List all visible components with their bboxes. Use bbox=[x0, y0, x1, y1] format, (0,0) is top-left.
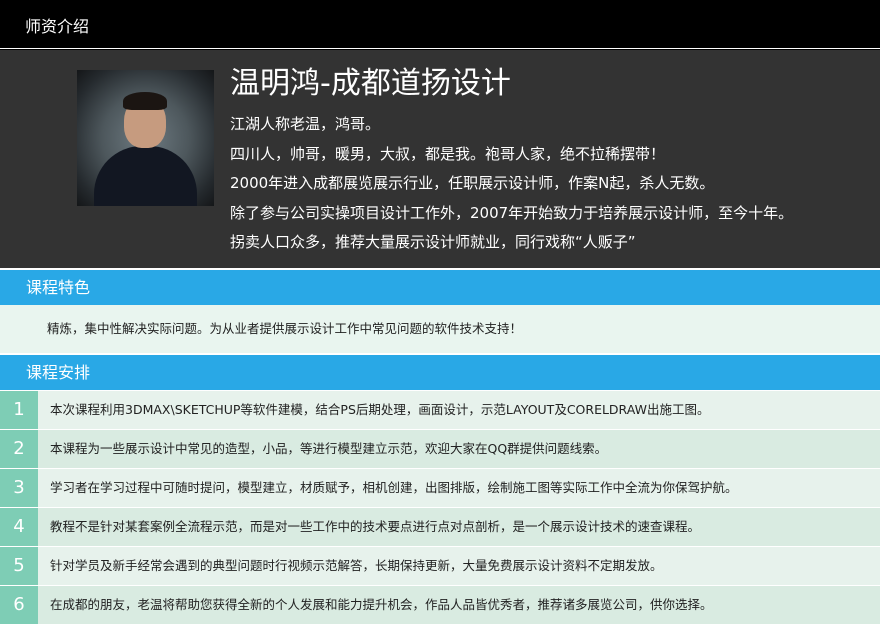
item-body: 本课程为一些展示设计中常见的造型，小品，等进行模型建立示范，欢迎大家在QQ群提供… bbox=[38, 430, 880, 468]
item-number: 4 bbox=[0, 508, 38, 546]
item-number: 2 bbox=[0, 430, 38, 468]
bio-line: 除了参与公司实操项目设计工作外，2007年开始致力于培养展示设计师，至今十年。 bbox=[230, 203, 794, 222]
bio-line: 2000年进入成都展览展示行业，任职展示设计师，作案N起，杀人无数。 bbox=[230, 174, 715, 192]
teacher-name: 温明鸿-成都道扬设计 bbox=[230, 66, 511, 101]
item-body: 教程不是针对某套案例全流程示范，而是对一些工作中的技术要点进行点对点剖析，是一个… bbox=[38, 508, 880, 546]
item-body: 学习者在学习过程中可随时提问，模型建立，材质赋予，相机创建，出图排版，绘制施工图… bbox=[38, 469, 880, 507]
photo-body bbox=[94, 146, 197, 206]
item-number: 6 bbox=[0, 586, 38, 624]
item-body: 针对学员及新手经常会遇到的典型问题时行视频示范解答，长期保持更新，大量免费展示设… bbox=[38, 547, 880, 585]
teacher-panel: 温明鸿-成都道扬设计 江湖人称老温，鸿哥。 四川人，帅哥，暖男，大叔，都是我。袍… bbox=[0, 50, 880, 268]
schedule-list: 1 本次课程利用3DMAX\SKETCHUP等软件建模，结合PS后期处理，画面设… bbox=[0, 391, 880, 626]
item-text: 本次课程利用3DMAX\SKETCHUP等软件建模，结合PS后期处理，画面设计，… bbox=[50, 402, 710, 417]
schedule-header: 课程安排 bbox=[0, 355, 880, 390]
features-text: 精炼，集中性解决实际问题。为从业者提供展示设计工作中常见问题的软件技术支持！ bbox=[47, 321, 523, 336]
features-panel: 精炼，集中性解决实际问题。为从业者提供展示设计工作中常见问题的软件技术支持！ bbox=[0, 305, 880, 353]
list-item: 2 本课程为一些展示设计中常见的造型，小品，等进行模型建立示范，欢迎大家在QQ群… bbox=[0, 430, 880, 469]
item-text: 本课程为一些展示设计中常见的造型，小品，等进行模型建立示范，欢迎大家在QQ群提供… bbox=[50, 441, 608, 456]
teacher-photo bbox=[77, 70, 214, 206]
divider bbox=[0, 48, 880, 49]
photo-hair bbox=[123, 92, 167, 110]
item-text: 学习者在学习过程中可随时提问，模型建立，材质赋予，相机创建，出图排版，绘制施工图… bbox=[50, 480, 738, 495]
top-bar: 师资介绍 bbox=[0, 0, 880, 50]
page-title: 师资介绍 bbox=[25, 17, 90, 36]
features-title: 课程特色 bbox=[26, 278, 91, 297]
item-text: 教程不是针对某套案例全流程示范，而是对一些工作中的技术要点进行点对点剖析，是一个… bbox=[50, 519, 701, 534]
list-item: 1 本次课程利用3DMAX\SKETCHUP等软件建模，结合PS后期处理，画面设… bbox=[0, 391, 880, 430]
teacher-bio: 江湖人称老温，鸿哥。 四川人，帅哥，暖男，大叔，都是我。袍哥人家，绝不拉稀摆带！… bbox=[230, 110, 793, 258]
list-item: 6 在成都的朋友，老温将帮助您获得全新的个人发展和能力提升机会，作品人品皆优秀者… bbox=[0, 586, 880, 625]
item-text: 在成都的朋友，老温将帮助您获得全新的个人发展和能力提升机会，作品人品皆优秀者，推… bbox=[50, 597, 713, 612]
schedule-title: 课程安排 bbox=[26, 363, 91, 382]
item-body: 本次课程利用3DMAX\SKETCHUP等软件建模，结合PS后期处理，画面设计，… bbox=[38, 391, 880, 429]
list-item: 3 学习者在学习过程中可随时提问，模型建立，材质赋予，相机创建，出图排版，绘制施… bbox=[0, 469, 880, 508]
list-item: 4 教程不是针对某套案例全流程示范，而是对一些工作中的技术要点进行点对点剖析，是… bbox=[0, 508, 880, 547]
item-number: 5 bbox=[0, 547, 38, 585]
bio-line: 江湖人称老温，鸿哥。 bbox=[230, 115, 381, 133]
bio-line: 拐卖人口众多，推荐大量展示设计师就业，同行戏称“人贩子” bbox=[230, 233, 636, 251]
item-number: 1 bbox=[0, 391, 38, 429]
bio-line: 四川人，帅哥，暖男，大叔，都是我。袍哥人家，绝不拉稀摆带！ bbox=[230, 144, 666, 163]
item-body: 在成都的朋友，老温将帮助您获得全新的个人发展和能力提升机会，作品人品皆优秀者，推… bbox=[38, 586, 880, 624]
item-text: 针对学员及新手经常会遇到的典型问题时行视频示范解答，长期保持更新，大量免费展示设… bbox=[50, 558, 663, 573]
features-header: 课程特色 bbox=[0, 270, 880, 305]
item-number: 3 bbox=[0, 469, 38, 507]
list-item: 5 针对学员及新手经常会遇到的典型问题时行视频示范解答，长期保持更新，大量免费展… bbox=[0, 547, 880, 586]
